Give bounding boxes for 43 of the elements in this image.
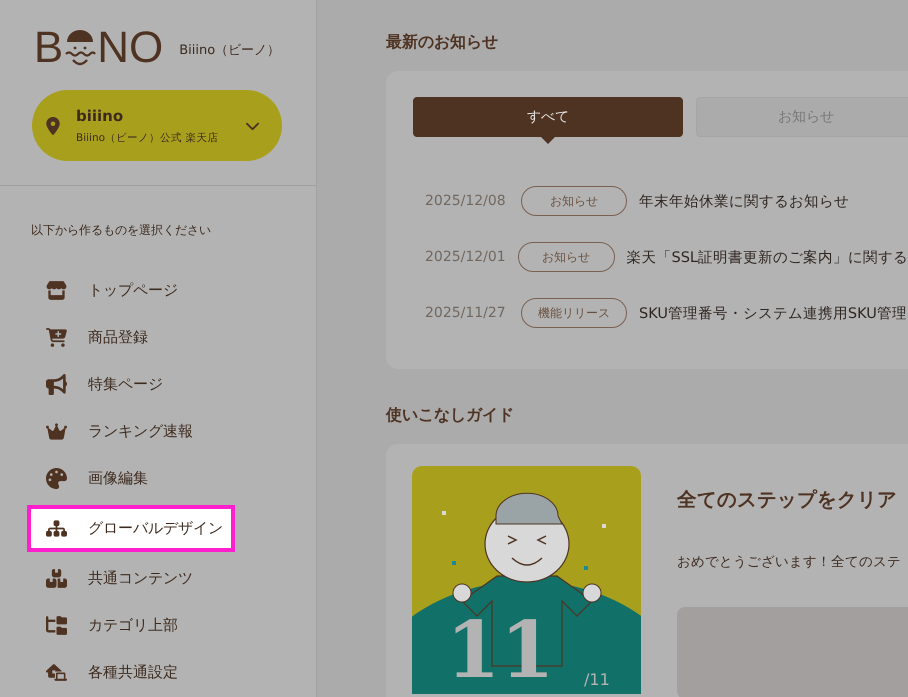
news-link[interactable]: SKU管理番号・システム連携用SKU管理 [639,304,907,322]
folder-tree-icon [46,615,66,636]
cart-plus-icon [46,327,66,348]
news-category-tag: お知らせ [518,242,614,272]
boxes-icon [46,568,66,589]
step-count: 11 [446,612,555,690]
news-date: 2025/12/01 [425,249,506,265]
brand-caption: Biiino（ビーノ） [179,42,280,59]
menu-prompt: 以下から作るものを選択ください [30,222,212,239]
location-pin-icon [44,116,62,134]
menu-item[interactable]: トップページ [27,267,235,314]
guide-message: おめでとうございます！全てのステ [677,553,902,571]
news-category-tag: 機能リリース [521,298,627,328]
store-subtitle: Biiino（ビーノ）公式 楽天店 [76,130,220,144]
menu-item[interactable]: ランキング速報 [27,408,235,455]
news-date: 2025/11/27 [425,305,507,321]
menu-item[interactable]: 画像編集 [27,455,235,502]
menu-item[interactable]: 特集ページ [27,361,235,408]
logo-text: B [34,26,64,70]
step-total: /11 [584,672,610,688]
palette-icon [46,468,66,489]
news-date: 2025/12/08 [425,193,507,209]
store-icon [46,280,66,301]
house-icon [46,662,66,683]
logo-text: NO [97,26,164,70]
store-selector[interactable]: biiino Biiino（ビーノ）公式 楽天店 [32,90,282,161]
sitemap-icon [46,518,66,539]
news-link[interactable]: 年末年始休業に関するお知らせ [639,192,849,210]
filter-tab[interactable]: すべて [413,97,683,137]
news-link[interactable]: 楽天「SSL証明書更新のご案内」に関する [626,248,908,266]
news-category-tag: お知らせ [521,186,627,216]
crown-icon [46,421,66,442]
tab-pointer-icon [541,137,555,144]
guide-heading: 全てのステップをクリア [677,487,898,513]
section-title: 最新のお知らせ [386,32,499,53]
store-name: biiino [76,106,124,124]
menu-item[interactable]: カテゴリ上部 [27,602,235,649]
menu-item[interactable]: 共通コンテンツ [27,555,235,602]
menu-item[interactable]: 商品登録 [27,314,235,361]
menu-item[interactable]: 各種共通設定 [27,649,235,696]
menu-item[interactable]: グローバルデザイン [27,505,235,552]
section-title: 使いこなしガイド [386,405,515,426]
megaphone-icon [46,374,66,395]
